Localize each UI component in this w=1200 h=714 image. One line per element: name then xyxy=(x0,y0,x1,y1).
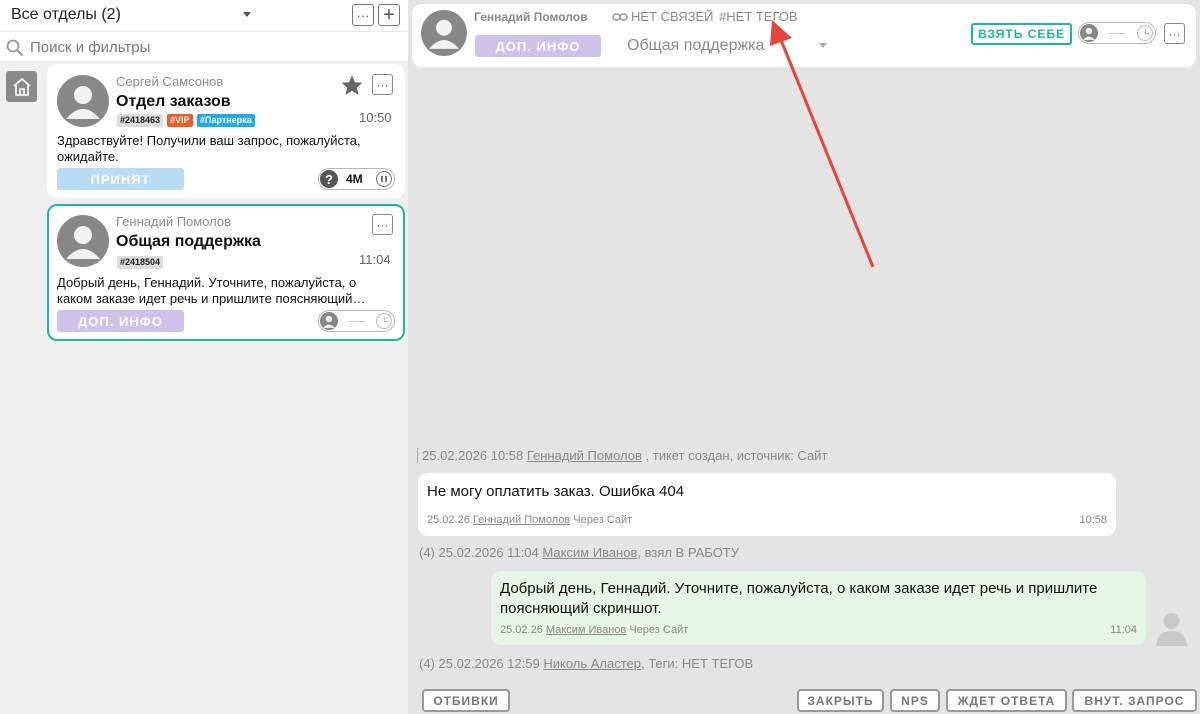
links-label[interactable]: НЕТ СВЯЗЕЙ xyxy=(631,9,714,24)
timer-divider xyxy=(349,321,365,322)
message-meta: 25.02.26 Геннадий Помолов Через Сайт xyxy=(427,514,633,526)
avatar xyxy=(57,75,109,127)
system-event: (4) 25.02.2026 12:59 Николь Аластер, Тег… xyxy=(419,656,754,671)
user-icon xyxy=(1080,24,1098,42)
avatar xyxy=(421,10,467,56)
ticket-time: 11:04 xyxy=(359,252,391,267)
author-link[interactable]: Максим Иванов xyxy=(546,624,626,636)
ticket-more-button[interactable]: ··· xyxy=(372,74,393,95)
vip-tag: #VIP xyxy=(167,114,193,127)
operator-timer[interactable] xyxy=(1078,22,1156,44)
department-selector[interactable]: Все отделы (2) xyxy=(11,6,121,24)
message-time: 11:04 xyxy=(1110,624,1137,636)
system-event: 25.02.2026 10:58 Геннадий Помолов , тике… xyxy=(417,448,827,463)
ticket-more-button[interactable]: ··· xyxy=(372,214,393,235)
search-icon xyxy=(6,39,24,57)
internal-request-button[interactable]: ВНУТ. ЗАПРОС xyxy=(1072,689,1197,712)
client-name[interactable]: Геннадий Помолов xyxy=(474,10,587,24)
message-time: 10:58 xyxy=(1079,514,1107,526)
operator-timer[interactable] xyxy=(318,310,395,332)
ticket-preview: Добрый день, Геннадий. Уточните, пожалуй… xyxy=(57,275,366,306)
status-badge[interactable]: ДОП. ИНФО xyxy=(57,310,184,332)
link-icon xyxy=(612,13,628,21)
search-bar xyxy=(0,31,408,61)
ticket-header: Геннадий Помолов НЕТ СВЯЗЕЙ #НЕТ ТЕГОВ Д… xyxy=(412,4,1196,67)
timer-value: 4М xyxy=(346,172,363,186)
partner-tag: #Партнерка xyxy=(197,114,255,127)
timer-divider xyxy=(1109,33,1125,34)
client-message: Не могу оплатить заказ. Ошибка 404 25.02… xyxy=(418,473,1116,536)
question-icon: ? xyxy=(320,170,338,188)
status-badge[interactable]: ПРИНЯТ xyxy=(57,168,184,190)
ticket-id-tag: #2418504 xyxy=(117,256,164,269)
search-input[interactable] xyxy=(30,36,390,58)
ticket-card-selected[interactable]: Геннадий Помолов Общая поддержка ··· 11:… xyxy=(47,204,405,341)
user-link[interactable]: Максим Иванов xyxy=(542,545,637,560)
client-name: Геннадий Помолов xyxy=(116,214,232,229)
client-name: Сергей Самсонов xyxy=(116,74,224,89)
pause-icon[interactable] xyxy=(376,171,392,187)
avatar xyxy=(57,215,109,267)
operator-message: Добрый день, Геннадий. Уточните, пожалуй… xyxy=(491,571,1146,645)
home-icon xyxy=(12,77,31,96)
message-text: Добрый день, Геннадий. Уточните, пожалуй… xyxy=(500,580,1098,617)
home-button[interactable] xyxy=(6,71,37,102)
ticket-department: Отдел заказов xyxy=(116,93,231,110)
user-link[interactable]: Николь Аластер xyxy=(543,656,641,671)
chevron-down-icon[interactable] xyxy=(243,12,251,17)
sla-timer[interactable]: ? 4М xyxy=(318,168,395,190)
header-more-button[interactable]: ··· xyxy=(1164,23,1185,44)
author-link[interactable]: Геннадий Помолов xyxy=(473,514,570,526)
user-icon xyxy=(1156,613,1187,646)
take-ticket-button[interactable]: ВЗЯТЬ СЕБЕ xyxy=(971,23,1072,45)
add-ticket-button[interactable]: + xyxy=(378,4,400,26)
user-link[interactable]: Геннадий Помолов xyxy=(527,448,642,463)
chevron-down-icon[interactable] xyxy=(819,43,827,48)
star-icon[interactable] xyxy=(341,75,363,96)
ticket-preview: Здравствуйте! Получили ваш запрос, пожал… xyxy=(57,133,361,164)
department-selector[interactable]: Общая поддержка xyxy=(627,37,764,55)
ticket-time: 10:50 xyxy=(359,110,392,125)
user-icon xyxy=(320,312,338,330)
ticket-department: Общая поддержка xyxy=(116,233,261,250)
message-meta: 25.02.26 Максим Иванов Через Сайт xyxy=(500,624,689,636)
message-text: Не могу оплатить заказ. Ошибка 404 xyxy=(427,483,685,500)
ticket-card[interactable]: Сергей Самсонов Отдел заказов ··· 10:50 … xyxy=(47,64,405,198)
tags-label[interactable]: #НЕТ ТЕГОВ xyxy=(719,9,798,24)
nps-button[interactable]: NPS xyxy=(890,689,940,712)
system-event: (4) 25.02.2026 11:04 Максим Иванов, взял… xyxy=(419,545,740,560)
clock-icon[interactable] xyxy=(376,313,392,329)
close-ticket-button[interactable]: ЗАКРЫТЬ xyxy=(797,689,884,712)
department-more-button[interactable]: ··· xyxy=(352,4,374,26)
awaiting-reply-button[interactable]: ЖДЕТ ОТВЕТА xyxy=(946,689,1067,712)
department-bar: Все отделы (2) ··· + xyxy=(0,0,408,31)
templates-button[interactable]: ОТБИВКИ xyxy=(422,689,510,712)
clock-icon[interactable] xyxy=(1137,25,1153,41)
ticket-id-tag: #2418463 xyxy=(117,114,164,127)
info-button[interactable]: ДОП. ИНФО xyxy=(475,35,601,57)
